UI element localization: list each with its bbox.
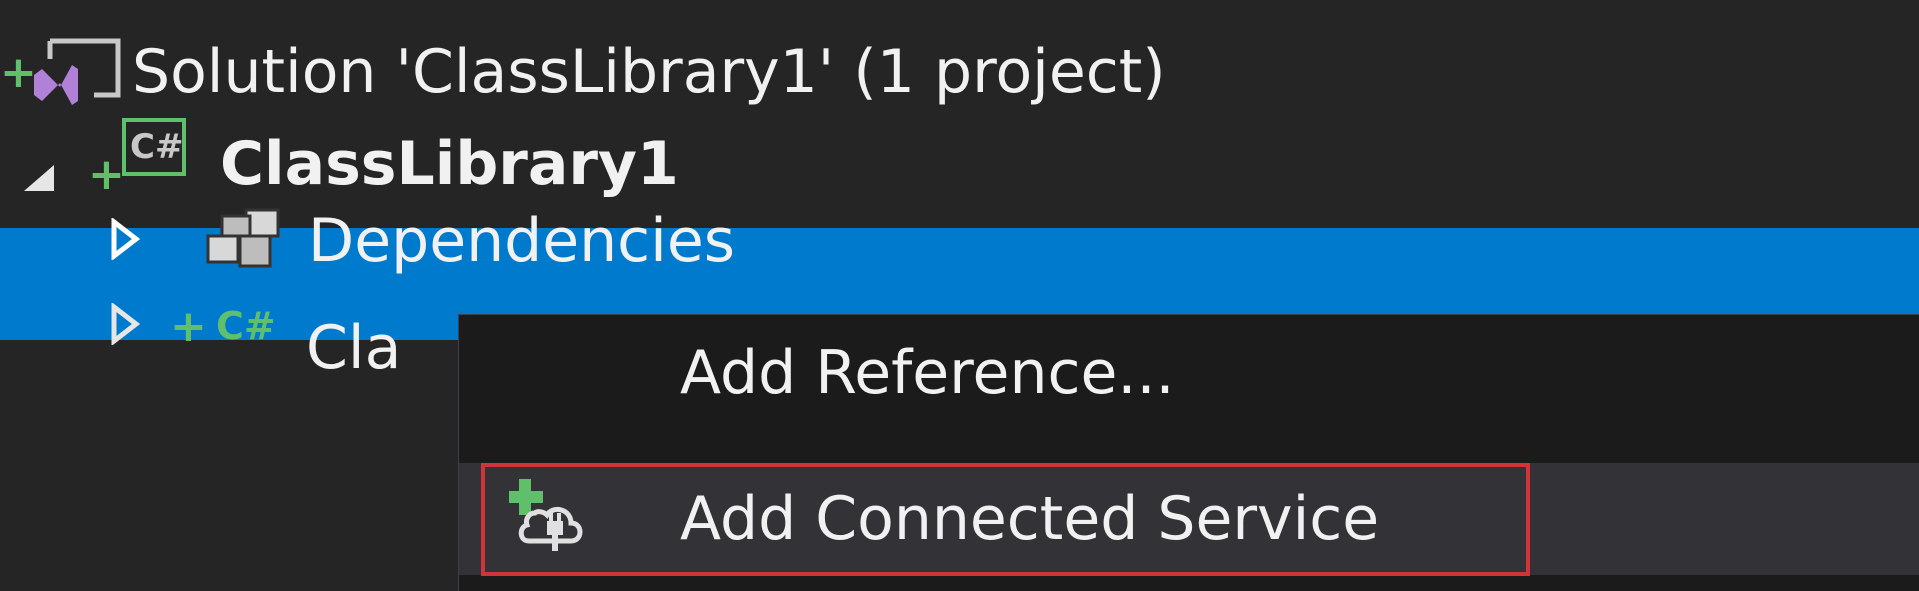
menu-item-label: Add Reference...: [680, 338, 1175, 408]
triangle-expanded-icon[interactable]: [22, 163, 56, 193]
project-node[interactable]: + C# ClassLibrary1: [0, 118, 1919, 243]
triangle-collapsed-icon[interactable]: [110, 218, 140, 260]
csharp-project-icon: C#: [122, 118, 186, 176]
visual-studio-solution-icon: [34, 38, 121, 105]
csharp-file-icon: C#: [216, 304, 276, 348]
dependencies-icon: [206, 208, 280, 268]
pending-add-icon: +: [88, 149, 125, 200]
add-connected-service-icon: [509, 479, 583, 551]
class-file-label: Cla: [306, 313, 402, 383]
menu-item-add-reference[interactable]: Add Reference...: [459, 315, 1919, 435]
pending-add-icon: +: [170, 301, 207, 352]
triangle-collapsed-icon[interactable]: [110, 303, 140, 345]
dependencies-label: Dependencies: [308, 206, 736, 276]
menu-item-label: Add Connected Service: [680, 484, 1380, 554]
menu-item-add-connected-service[interactable]: Add Connected Service: [459, 463, 1919, 575]
context-menu: Add Reference... Add Connected Service: [458, 314, 1919, 591]
csharp-badge: C#: [130, 127, 184, 167]
